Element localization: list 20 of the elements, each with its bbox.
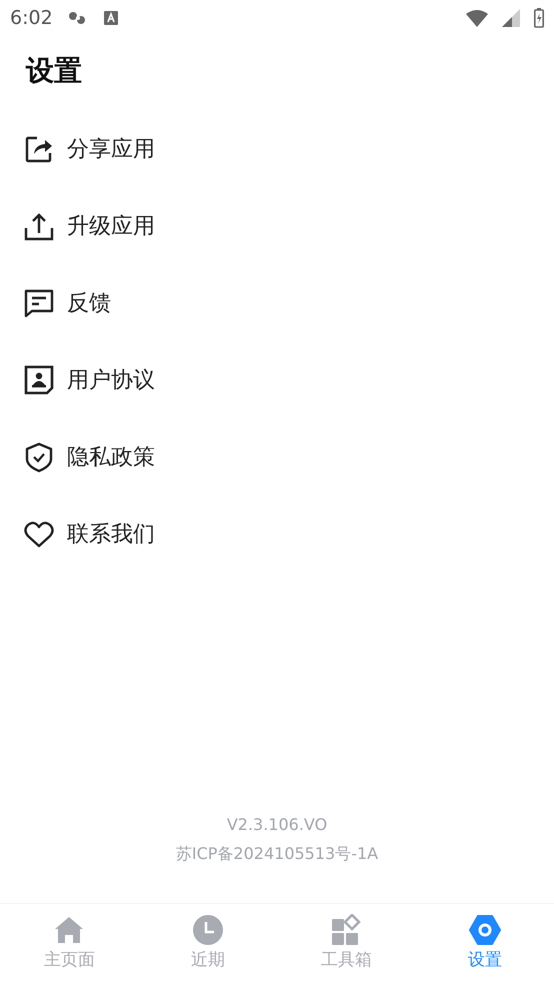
page-title: 设置 — [26, 53, 83, 89]
menu-item[interactable]: 分享应用 — [0, 110, 554, 187]
wifi-icon — [466, 9, 488, 27]
settings-icon — [468, 914, 501, 946]
menu-item[interactable]: 用户协议 — [0, 341, 554, 418]
clock-icon — [192, 914, 224, 946]
menu-item[interactable]: 隐私政策 — [0, 418, 554, 495]
status-time: 6:02 — [10, 7, 53, 29]
signal-icon — [502, 9, 520, 27]
icp-text: 苏ICP备2024105513号-1A — [176, 844, 378, 865]
menu-item[interactable]: 联系我们 — [0, 495, 554, 572]
menu-item[interactable]: 升级应用 — [0, 187, 554, 264]
shield-check-icon — [23, 440, 55, 472]
grid-icon — [330, 914, 362, 946]
battery-icon — [534, 8, 544, 28]
version-text: V2.3.106.VO — [226, 815, 328, 834]
menu-item[interactable]: 反馈 — [0, 264, 554, 341]
home-icon — [53, 914, 86, 946]
contact-card-icon — [23, 364, 55, 396]
keyboard-icon — [102, 10, 119, 26]
